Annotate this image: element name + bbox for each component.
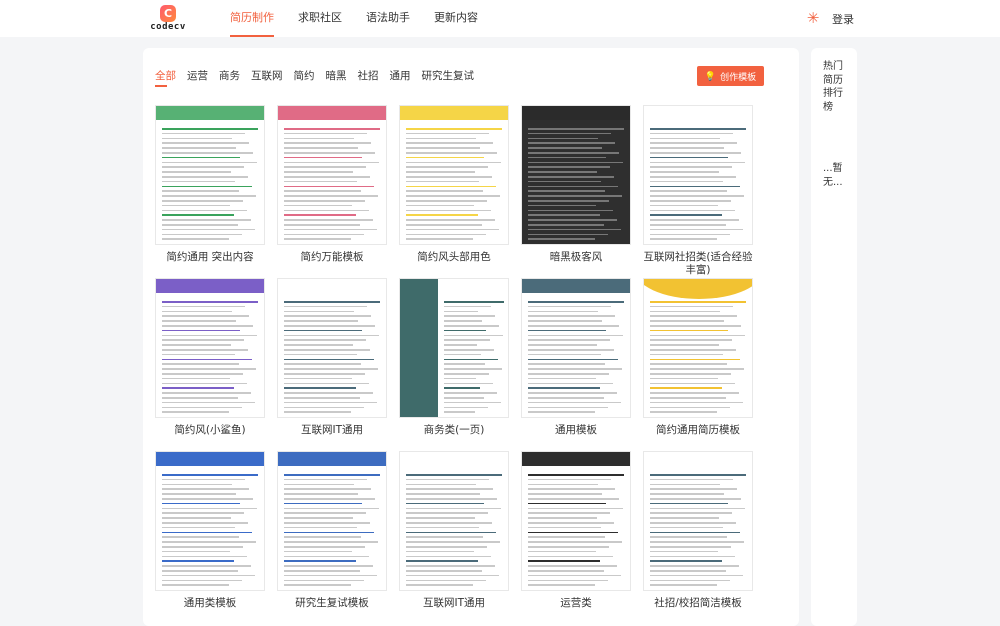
bulb-icon: 💡 <box>704 70 717 81</box>
logo-text: codecv <box>150 22 186 32</box>
template-thumbnail[interactable] <box>521 278 631 418</box>
template-label: 研究生复试模板 <box>295 597 369 609</box>
nav-item-grammar-helper[interactable]: 语法助手 <box>366 0 410 37</box>
template-label: 互联网社招类(适合经验丰富) <box>643 251 753 276</box>
template-panel: 全部 运营 商务 互联网 简约 暗黑 社招 通用 研究生复试 💡 创作模板 简约… <box>143 48 799 626</box>
filter-dark[interactable]: 暗黑 <box>326 68 347 87</box>
template-card[interactable]: 通用模板 <box>521 278 631 437</box>
template-thumbnail[interactable] <box>521 451 631 591</box>
template-card[interactable]: 运营类 <box>521 451 631 610</box>
login-link[interactable]: 登录 <box>832 11 854 27</box>
template-label: 社招/校招简洁模板 <box>654 597 742 609</box>
template-thumbnail[interactable] <box>277 451 387 591</box>
template-label: 简约万能模板 <box>300 251 364 263</box>
template-card[interactable]: 互联网社招类(适合经验丰富) <box>643 105 753 277</box>
template-label: 通用模板 <box>555 424 597 436</box>
template-card[interactable]: 社招/校招简洁模板 <box>643 451 753 610</box>
template-label: 简约通用 突出内容 <box>166 251 254 263</box>
template-thumbnail[interactable] <box>155 105 265 245</box>
top-navbar: C codecv 简历制作 求职社区 语法助手 更新内容 ✳ 登录 <box>0 0 1000 37</box>
template-thumbnail[interactable] <box>643 278 753 418</box>
filter-general[interactable]: 通用 <box>390 68 411 87</box>
template-label: 互联网IT通用 <box>300 424 363 436</box>
template-card[interactable]: 互联网IT通用 <box>399 451 509 610</box>
template-card[interactable]: 简约万能模板 <box>277 105 387 264</box>
filter-business[interactable]: 商务 <box>219 68 240 87</box>
template-thumbnail[interactable] <box>155 278 265 418</box>
template-label: 简约风(小鲨鱼) <box>174 424 246 436</box>
theme-toggle-icon[interactable]: ✳ <box>805 10 821 26</box>
template-label: 暗黑极客风 <box>549 251 603 263</box>
nav-item-job-community[interactable]: 求职社区 <box>298 0 342 37</box>
template-card[interactable]: 简约通用 突出内容 <box>155 105 265 264</box>
filter-internet[interactable]: 互联网 <box>251 68 283 87</box>
template-card[interactable]: 通用类模板 <box>155 451 265 610</box>
filter-postgrad[interactable]: 研究生复试 <box>422 68 475 87</box>
template-label: 商务类(一页) <box>423 424 485 436</box>
template-thumbnail[interactable] <box>399 105 509 245</box>
template-thumbnail[interactable] <box>521 105 631 245</box>
nav-item-updates[interactable]: 更新内容 <box>434 0 478 37</box>
template-thumbnail[interactable] <box>399 278 509 418</box>
main-nav: 简历制作 求职社区 语法助手 更新内容 <box>230 0 502 37</box>
template-card[interactable]: 简约通用简历模板 <box>643 278 753 437</box>
filter-simple[interactable]: 简约 <box>294 68 315 87</box>
codecv-logo[interactable]: C codecv <box>148 5 188 35</box>
hot-ranking-panel: 热门简历排行榜 ...暂无... <box>811 48 857 626</box>
template-card[interactable]: 简约风头部用色 <box>399 105 509 264</box>
template-thumbnail[interactable] <box>277 105 387 245</box>
template-card[interactable]: 简约风(小鲨鱼) <box>155 278 265 437</box>
template-label: 通用类模板 <box>183 597 237 609</box>
filter-all[interactable]: 全部 <box>155 68 176 87</box>
template-thumbnail[interactable] <box>155 451 265 591</box>
template-label: 运营类 <box>560 597 592 609</box>
nav-item-resume-maker[interactable]: 简历制作 <box>230 0 274 37</box>
hot-ranking-title: 热门简历排行榜 <box>823 61 843 113</box>
template-card[interactable]: 暗黑极客风 <box>521 105 631 264</box>
filter-operations[interactable]: 运营 <box>187 68 208 87</box>
template-thumbnail[interactable] <box>643 105 753 245</box>
template-thumbnail[interactable] <box>277 278 387 418</box>
template-thumbnail[interactable] <box>399 451 509 591</box>
create-template-label: 创作模板 <box>720 71 757 82</box>
template-card[interactable]: 商务类(一页) <box>399 278 509 437</box>
template-label: 简约风头部用色 <box>417 251 491 263</box>
template-card[interactable]: 互联网IT通用 <box>277 278 387 437</box>
template-card[interactable]: 研究生复试模板 <box>277 451 387 610</box>
template-label: 简约通用简历模板 <box>656 424 740 436</box>
template-thumbnail[interactable] <box>643 451 753 591</box>
create-template-button[interactable]: 💡 创作模板 <box>697 66 764 86</box>
filter-social-recruit[interactable]: 社招 <box>358 68 379 87</box>
template-label: 互联网IT通用 <box>422 597 485 609</box>
category-filters: 全部 运营 商务 互联网 简约 暗黑 社招 通用 研究生复试 <box>155 68 485 87</box>
hot-ranking-empty: ...暂无... <box>823 163 843 188</box>
logo-mark: C <box>160 5 176 22</box>
